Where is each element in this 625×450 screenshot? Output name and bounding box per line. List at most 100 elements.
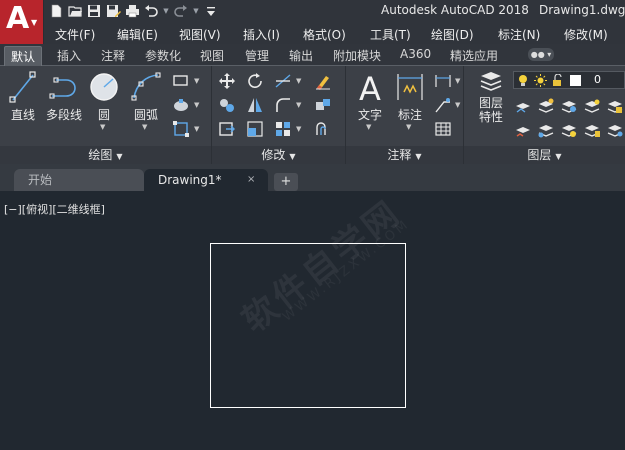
tab-addins[interactable]: 附加模块	[333, 47, 381, 64]
undo-dropdown-icon[interactable]: ▼	[162, 3, 170, 19]
chevron-down-icon[interactable]: ▼	[366, 123, 371, 131]
explode-icon[interactable]	[314, 96, 332, 114]
chevron-down-icon[interactable]: ▼	[100, 123, 105, 131]
print-icon[interactable]	[124, 3, 140, 19]
customize-icon[interactable]	[203, 3, 219, 19]
save-icon[interactable]	[86, 3, 102, 19]
ribbon-options-icon[interactable]: ●● ▾	[528, 48, 554, 61]
copy-icon[interactable]	[218, 96, 236, 114]
leader-icon[interactable]	[434, 96, 452, 114]
polyline-tool-button[interactable]: 多段线	[42, 70, 86, 123]
viewport-controls-label[interactable]: [−][俯视][二维线框]	[4, 201, 105, 217]
rotate-icon[interactable]	[246, 72, 264, 90]
annotation-panel-title[interactable]: 注释 ▼	[346, 146, 463, 164]
drawing-canvas[interactable]: [−][俯视][二维线框] 软件自学网 WWW.RJZXW.COM	[0, 191, 625, 450]
tab-manage[interactable]: 管理	[245, 47, 269, 64]
layer-unlock-icon[interactable]	[606, 121, 624, 139]
circle-tool-button[interactable]: 圆 ▼	[87, 70, 121, 131]
line-tool-button[interactable]: 直线	[6, 70, 40, 123]
menu-tools[interactable]: 工具(T)	[370, 26, 411, 43]
offset-icon[interactable]	[314, 120, 332, 138]
new-icon[interactable]	[48, 3, 64, 19]
tab-insert[interactable]: 插入	[57, 47, 81, 64]
stretch-icon[interactable]	[218, 120, 236, 138]
layers-panel-label: 图层	[527, 148, 552, 162]
undo-icon[interactable]	[143, 3, 159, 19]
menu-format[interactable]: 格式(O)	[303, 26, 346, 43]
layer-isolate-icon[interactable]	[560, 97, 578, 115]
text-tool-button[interactable]: A 文字 ▼	[354, 70, 386, 131]
layers-panel-title[interactable]: 图层 ▼	[464, 146, 625, 164]
chevron-down-icon[interactable]: ▼	[194, 125, 199, 133]
draw-panel: 直线 多段线 圆 ▼ 圆弧 ▼ ▼ ▼ ▼ 绘图 ▼	[0, 66, 212, 164]
layer-dropdown[interactable]: 0	[513, 71, 625, 89]
modify-panel-title[interactable]: 修改 ▼	[212, 146, 345, 164]
chevron-down-icon[interactable]: ▼	[142, 123, 147, 131]
menu-insert[interactable]: 插入(I)	[243, 26, 280, 43]
move-icon[interactable]	[218, 72, 236, 90]
layer-off-icon[interactable]	[583, 97, 601, 115]
menu-modify[interactable]: 修改(M)	[564, 26, 608, 43]
dimension-tool-button[interactable]: 标注 ▼	[394, 70, 426, 131]
tab-home[interactable]: 默认	[4, 46, 43, 66]
new-tab-button[interactable]: +	[274, 173, 298, 191]
chevron-down-icon[interactable]: ▼	[296, 125, 301, 133]
menu-draw[interactable]: 绘图(D)	[431, 26, 474, 43]
menu-edit[interactable]: 编辑(E)	[117, 26, 158, 43]
tab-a360[interactable]: A360	[400, 47, 431, 61]
menu-file[interactable]: 文件(F)	[55, 26, 95, 43]
layer-freeze-icon[interactable]	[560, 121, 578, 139]
chevron-down-icon[interactable]: ▼	[296, 77, 301, 85]
layer-previous-icon[interactable]	[514, 121, 532, 139]
tab-parametric[interactable]: 参数化	[145, 47, 181, 64]
layer-lock-icon[interactable]	[606, 97, 624, 115]
trim-icon[interactable]	[274, 72, 292, 90]
window-filename: Drawing1.dwg	[539, 3, 625, 17]
modify-panel-label: 修改	[261, 148, 286, 162]
linear-dimension-icon[interactable]	[434, 72, 452, 90]
match-layer-icon[interactable]	[537, 97, 555, 115]
tab-annotate[interactable]: 注释	[101, 47, 125, 64]
hatch-icon[interactable]	[172, 96, 190, 114]
erase-icon[interactable]	[314, 72, 332, 90]
close-icon[interactable]: ×	[247, 174, 255, 186]
fillet-icon[interactable]	[274, 96, 292, 114]
dimension-tool-label: 标注	[397, 108, 422, 122]
menu-view[interactable]: 视图(V)	[179, 26, 221, 43]
array-icon[interactable]	[274, 120, 292, 138]
rectangle-icon[interactable]	[172, 72, 190, 90]
layer-properties-icon	[480, 72, 502, 91]
modify-panel: ▼ ▼ ▼ 修改 ▼	[212, 66, 346, 164]
chevron-down-icon[interactable]: ▼	[194, 101, 199, 109]
tab-view[interactable]: 视图	[200, 47, 224, 64]
layer-walk-icon[interactable]	[537, 121, 555, 139]
chevron-down-icon[interactable]: ▼	[406, 123, 411, 131]
scale-icon[interactable]	[246, 120, 264, 138]
tab-output[interactable]: 输出	[289, 47, 313, 64]
redo-icon[interactable]	[173, 3, 189, 19]
polyline-tool-label: 多段线	[45, 108, 82, 122]
chevron-down-icon[interactable]: ▼	[296, 101, 301, 109]
mirror-icon[interactable]	[246, 96, 264, 114]
current-layer-name: 0	[594, 73, 601, 86]
make-current-layer-icon[interactable]	[514, 97, 532, 115]
open-icon[interactable]	[67, 3, 83, 19]
menu-dimension[interactable]: 标注(N)	[498, 26, 540, 43]
layer-thaw-icon[interactable]	[583, 121, 601, 139]
line-icon	[9, 71, 36, 103]
redo-dropdown-icon[interactable]: ▼	[192, 3, 200, 19]
layer-properties-button[interactable]: 图层 特性	[474, 70, 508, 124]
application-menu-button[interactable]: A ▼	[0, 0, 44, 44]
chevron-down-icon[interactable]: ▼	[194, 77, 199, 85]
tab-start[interactable]: 开始	[14, 169, 144, 191]
draw-panel-title[interactable]: 绘图 ▼	[0, 146, 211, 164]
unlock-icon	[553, 74, 562, 86]
chevron-down-icon[interactable]: ▼	[455, 101, 460, 109]
boundary-icon[interactable]	[172, 120, 190, 138]
layer-properties-label-2: 特性	[478, 110, 503, 124]
saveas-icon[interactable]	[105, 3, 121, 19]
tab-featured-apps[interactable]: 精选应用	[450, 47, 498, 64]
chevron-down-icon[interactable]: ▼	[455, 77, 460, 85]
table-icon[interactable]	[434, 120, 452, 138]
arc-tool-button[interactable]: 圆弧 ▼	[128, 70, 164, 131]
